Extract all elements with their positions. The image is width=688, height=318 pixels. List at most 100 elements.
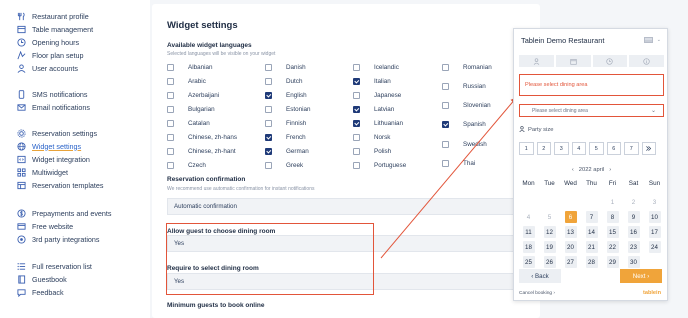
language-option-swedish[interactable]: Swedish (442, 139, 487, 149)
checkbox[interactable] (167, 105, 174, 113)
calendar-day[interactable]: 26 (539, 256, 560, 269)
sidebar-item-user-accounts[interactable]: User accounts (17, 62, 78, 74)
language-option-czech[interactable]: Czech (167, 160, 206, 170)
checkbox[interactable] (265, 119, 272, 127)
language-option-chinese-zh-hant[interactable]: Chinese, zh-hant (167, 146, 236, 156)
sidebar-item-sms-notifications[interactable]: SMS notifications (17, 88, 88, 100)
checkbox[interactable] (167, 119, 174, 127)
party-size-button[interactable]: 1 (519, 142, 534, 155)
checkbox-checked[interactable] (353, 119, 360, 127)
sidebar-item-feedback[interactable]: Feedback (17, 286, 64, 298)
language-option-finnish[interactable]: Finnish (265, 118, 306, 128)
back-button[interactable]: ‹ Back (519, 269, 561, 283)
more-sizes-icon[interactable] (641, 142, 656, 155)
language-option-estonian[interactable]: Estonian (265, 104, 311, 114)
language-option-romanian[interactable]: Romanian (442, 62, 492, 72)
checkbox-checked[interactable] (353, 105, 360, 113)
calendar-day[interactable]: 21 (581, 241, 602, 254)
calendar-day[interactable]: 11 (518, 226, 539, 239)
calendar-day[interactable]: 22 (602, 241, 623, 254)
language-option-latvian[interactable]: Latvian (353, 104, 394, 114)
language-option-greek[interactable]: Greek (265, 160, 303, 170)
language-option-polish[interactable]: Polish (353, 146, 391, 156)
checkbox[interactable] (442, 140, 449, 148)
language-option-spanish[interactable]: Spanish (442, 120, 486, 130)
tab-guest[interactable] (519, 55, 554, 67)
checkbox-checked[interactable] (442, 121, 449, 129)
calendar-day[interactable]: 20 (560, 241, 581, 254)
party-size-button[interactable]: 6 (606, 142, 621, 155)
language-option-french[interactable]: French (265, 132, 306, 142)
calendar-day[interactable]: 14 (581, 226, 602, 239)
language-option-russian[interactable]: Russian (442, 81, 486, 91)
calendar-day-today[interactable]: 6 (560, 211, 581, 224)
flag-icon[interactable] (644, 37, 653, 43)
language-option-thai[interactable]: Thai (442, 158, 475, 168)
calendar-day[interactable]: 19 (539, 241, 560, 254)
party-size-button[interactable]: 5 (589, 142, 604, 155)
calendar-day[interactable]: 16 (623, 226, 644, 239)
party-size-button[interactable]: 4 (571, 142, 586, 155)
checkbox[interactable] (442, 82, 449, 90)
checkbox[interactable] (353, 63, 360, 71)
language-option-azerbaijani[interactable]: Azerbaijani (167, 90, 219, 100)
dining-area-select[interactable]: Please select dining area ⌄ (519, 104, 664, 117)
checkbox-checked[interactable] (353, 77, 360, 85)
sidebar-item-free-website[interactable]: Free website (17, 220, 73, 232)
checkbox[interactable] (167, 77, 174, 85)
sidebar-item-widget-integration[interactable]: Widget integration (17, 153, 90, 165)
sidebar-item-reservation-settings[interactable]: Reservation settings (17, 127, 97, 139)
calendar-day[interactable]: 18 (518, 241, 539, 254)
calendar-day[interactable]: 10 (644, 211, 665, 224)
checkbox[interactable] (265, 77, 272, 85)
language-option-danish[interactable]: Danish (265, 62, 306, 72)
party-size-button[interactable]: 7 (624, 142, 639, 155)
sidebar-item-widget-settings[interactable]: Widget settings (17, 140, 81, 152)
language-option-english[interactable]: English (265, 90, 307, 100)
language-option-german[interactable]: German (265, 146, 309, 156)
language-option-albanian[interactable]: Albanian (167, 62, 213, 72)
checkbox[interactable] (442, 63, 449, 71)
language-option-dutch[interactable]: Dutch (265, 76, 302, 86)
checkbox[interactable] (167, 91, 174, 99)
language-option-bulgarian[interactable]: Bulgarian (167, 104, 215, 114)
language-option-slovenian[interactable]: Slovenian (442, 101, 491, 111)
tab-time[interactable] (592, 55, 628, 67)
calendar-day[interactable]: 15 (602, 226, 623, 239)
calendar-day[interactable]: 12 (539, 226, 560, 239)
language-option-portuguese[interactable]: Portuguese (353, 160, 406, 170)
calendar-day[interactable]: 28 (581, 256, 602, 269)
calendar-day[interactable]: 30 (623, 256, 644, 269)
language-option-norsk[interactable]: Norsk (353, 132, 390, 142)
confirmation-select[interactable]: Automatic confirmation (167, 198, 540, 215)
checkbox[interactable] (265, 105, 272, 113)
language-option-icelandic[interactable]: Icelandic (353, 62, 399, 72)
language-option-catalan[interactable]: Catalan (167, 118, 210, 128)
checkbox[interactable] (265, 161, 272, 169)
checkbox[interactable] (442, 102, 449, 110)
checkbox[interactable] (353, 91, 360, 99)
checkbox[interactable] (265, 63, 272, 71)
checkbox[interactable] (167, 133, 174, 141)
language-option-lithuanian[interactable]: Lithuanian (353, 118, 403, 128)
sidebar-item-restaurant-profile[interactable]: Restaurant profile (17, 10, 89, 22)
calendar-day[interactable]: 25 (518, 256, 539, 269)
sidebar-item-email-notifications[interactable]: Email notifications (17, 101, 90, 113)
calendar-day[interactable]: 13 (560, 226, 581, 239)
calendar-day[interactable]: 24 (644, 241, 665, 254)
sidebar-item-prepayments-and-events[interactable]: Prepayments and events (17, 207, 112, 219)
sidebar-item-floor-plan-setup[interactable]: Floor plan setup (17, 49, 84, 61)
sidebar-item-table-management[interactable]: Table management (17, 23, 93, 35)
tab-info[interactable] (629, 55, 664, 67)
party-size-button[interactable]: 3 (554, 142, 569, 155)
checkbox[interactable] (442, 159, 449, 167)
calendar-day[interactable]: 8 (602, 211, 623, 224)
sidebar-item-opening-hours[interactable]: Opening hours (17, 36, 79, 48)
tab-date[interactable] (555, 55, 591, 67)
calendar-day[interactable]: 9 (623, 211, 644, 224)
chevron-down-icon[interactable]: ⌄ (657, 37, 661, 43)
checkbox-checked[interactable] (265, 147, 272, 155)
language-option-japanese[interactable]: Japanese (353, 90, 401, 100)
sidebar-item-reservation-templates[interactable]: Reservation templates (17, 179, 104, 191)
language-option-arabic[interactable]: Arabic (167, 76, 206, 86)
